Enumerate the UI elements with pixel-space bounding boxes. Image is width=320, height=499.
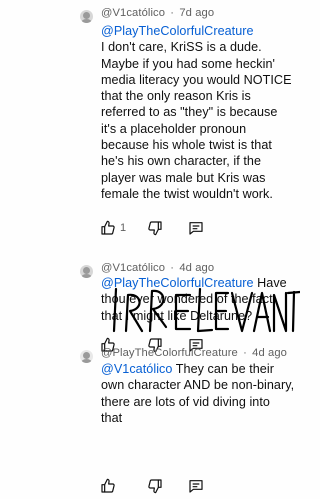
comment-reply-icon xyxy=(189,480,203,493)
comment-reply-icon xyxy=(189,222,203,235)
comment-time: 4d ago xyxy=(179,262,215,274)
comment-body: @PlayTheColorfulCreature Have thou ever … xyxy=(101,275,301,324)
comment-author[interactable]: @V1católico xyxy=(101,7,165,19)
comment-line: I don't care, KriSS is a dude. xyxy=(101,40,262,55)
comment-body: @V1católico They can be their own charac… xyxy=(101,361,301,426)
thumbs-up-icon xyxy=(101,478,115,493)
like-button[interactable] xyxy=(100,477,116,495)
mention-link[interactable]: @PlayTheColorfulCreature xyxy=(101,276,254,290)
comment-line: because his whole twist is that xyxy=(101,138,272,153)
thumbs-down-icon xyxy=(148,479,162,494)
comment-line: own character AND be non-binary, xyxy=(101,378,295,393)
comment-line: Have xyxy=(257,276,287,290)
thumbs-down-icon xyxy=(148,221,162,236)
comment-line: media literacy you would NOTICE xyxy=(101,72,292,87)
comment-line: referred to as "they" is because xyxy=(101,105,278,120)
comment-line: that xyxy=(101,410,123,425)
comment-author[interactable]: @PlayTheColorfulCreature xyxy=(101,347,238,359)
meta-separator: · xyxy=(170,7,175,19)
comment-line: he's his own character, if the xyxy=(101,154,262,169)
like-button[interactable]: 1 xyxy=(100,219,126,237)
mention-link[interactable]: @PlayTheColorfulCreature xyxy=(101,24,254,38)
comment-line: that the only reason Kris is xyxy=(101,89,251,104)
like-count: 1 xyxy=(120,222,127,234)
comment-line: thou ever wondered of the fact xyxy=(101,292,273,307)
meta-separator: · xyxy=(170,262,175,274)
comment-meta: @V1católico · 4d ago xyxy=(101,262,214,274)
avatar[interactable] xyxy=(80,10,93,23)
reply-button[interactable] xyxy=(188,477,204,495)
comment-line: it's a placeholder pronoun xyxy=(101,121,247,136)
comment-line: player was male but Kris was xyxy=(101,170,266,185)
comment-actions: 1 xyxy=(100,219,230,239)
avatar[interactable] xyxy=(80,350,93,363)
comment-meta: @PlayTheColorfulCreature · 4d ago xyxy=(101,347,287,359)
comment-line: there are lots of vid diving into xyxy=(101,394,270,409)
dislike-button[interactable] xyxy=(147,219,163,237)
avatar[interactable] xyxy=(80,265,93,278)
comment-body: @PlayTheColorfulCreature I don't care, K… xyxy=(101,23,301,202)
mention-link[interactable]: @V1católico xyxy=(101,362,172,376)
comment-time: 7d ago xyxy=(179,7,215,19)
comment-meta: @V1católico · 7d ago xyxy=(101,7,214,19)
comment-line: They can be their xyxy=(175,362,274,376)
comment-time: 4d ago xyxy=(252,347,287,359)
comment-line: female the twist wouldn't work. xyxy=(101,186,273,201)
thumbs-up-icon xyxy=(101,220,115,235)
comment-line: that I might like Deltarune? xyxy=(101,308,253,323)
comment-author[interactable]: @V1católico xyxy=(101,262,165,274)
meta-separator: · xyxy=(243,347,247,359)
comment-line: Maybe if you had some heckin' xyxy=(101,56,275,71)
dislike-button[interactable] xyxy=(147,477,163,495)
comment-actions xyxy=(100,477,230,497)
reply-button[interactable] xyxy=(188,219,204,237)
